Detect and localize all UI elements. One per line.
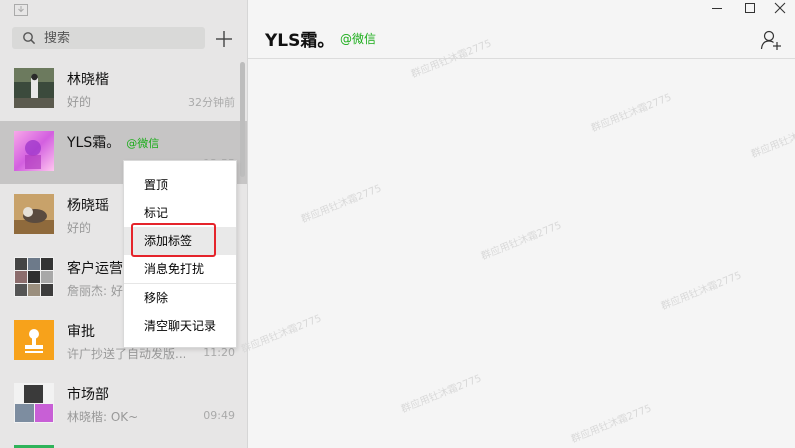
- download-icon[interactable]: [14, 4, 28, 16]
- wechat-tag: @微信: [340, 32, 377, 46]
- last-message: 好的: [67, 221, 92, 235]
- add-icon[interactable]: [214, 29, 234, 49]
- last-message: 詹丽杰: 好: [67, 284, 123, 298]
- approval-icon: [14, 320, 54, 360]
- avatar: [14, 257, 54, 297]
- conversation-item[interactable]: [0, 436, 247, 448]
- watermark-text: 群应用钍沐霜2775: [239, 313, 324, 356]
- watermark-text: 群应用钍沐霜2775: [479, 220, 564, 263]
- chat-header: YLS霜。 @微信: [248, 0, 795, 59]
- chat-panel: YLS霜。 @微信 群应用钍沐霜2775 群应用钍沐霜2775 群应用钍沐霜27…: [240, 0, 795, 448]
- add-member-icon[interactable]: [760, 29, 782, 51]
- watermark-text: 群应用钍沐霜2775: [749, 118, 795, 161]
- minimize-icon[interactable]: [702, 0, 732, 16]
- conversation-name-text: YLS霜。: [67, 135, 121, 151]
- menu-item-remove[interactable]: 移除: [124, 284, 236, 312]
- conversation-name: 市场部: [67, 387, 109, 403]
- highlight-box: [131, 223, 216, 257]
- watermark-text: 群应用钍沐霜2775: [569, 403, 654, 446]
- conversation-name: 审批: [67, 324, 95, 340]
- conversation-name: 林晓楷: [67, 72, 109, 88]
- search-icon: [23, 32, 36, 45]
- watermark-text: 群应用钍沐霜2775: [589, 92, 674, 135]
- menu-item-pin[interactable]: 置顶: [124, 171, 236, 199]
- close-icon[interactable]: [765, 0, 795, 16]
- conversation-item[interactable]: 市场部 林晓楷: OK~ 09:49: [0, 373, 247, 436]
- avatar: [14, 194, 54, 234]
- avatar: [14, 68, 54, 108]
- menu-item-mute[interactable]: 消息免打扰: [124, 255, 236, 283]
- sidebar-scrollbar[interactable]: [240, 62, 245, 177]
- search-box[interactable]: [12, 27, 205, 49]
- search-input[interactable]: [44, 30, 194, 46]
- conversation-name: YLS霜。 @微信: [67, 132, 159, 152]
- last-message: 好的: [67, 95, 92, 109]
- watermark-text: 群应用钍沐霜2775: [659, 270, 744, 313]
- message-time: 09:49: [203, 409, 235, 422]
- message-time: 32分钟前: [188, 96, 235, 109]
- avatar: [14, 131, 54, 171]
- watermark-text: 群应用钍沐霜2775: [399, 373, 484, 416]
- menu-item-clear-history[interactable]: 清空聊天记录: [124, 312, 236, 340]
- conversation-name: 杨晓瑶: [67, 198, 109, 214]
- avatar: [14, 383, 54, 423]
- wechat-tag: @微信: [126, 137, 160, 150]
- chat-title: YLS霜。: [265, 31, 335, 51]
- conversation-item[interactable]: 林晓楷 好的 32分钟前: [0, 58, 247, 121]
- last-message: 林晓楷: OK~: [67, 410, 139, 424]
- watermark-text: 群应用钍沐霜2775: [299, 183, 384, 226]
- maximize-icon[interactable]: [735, 0, 765, 16]
